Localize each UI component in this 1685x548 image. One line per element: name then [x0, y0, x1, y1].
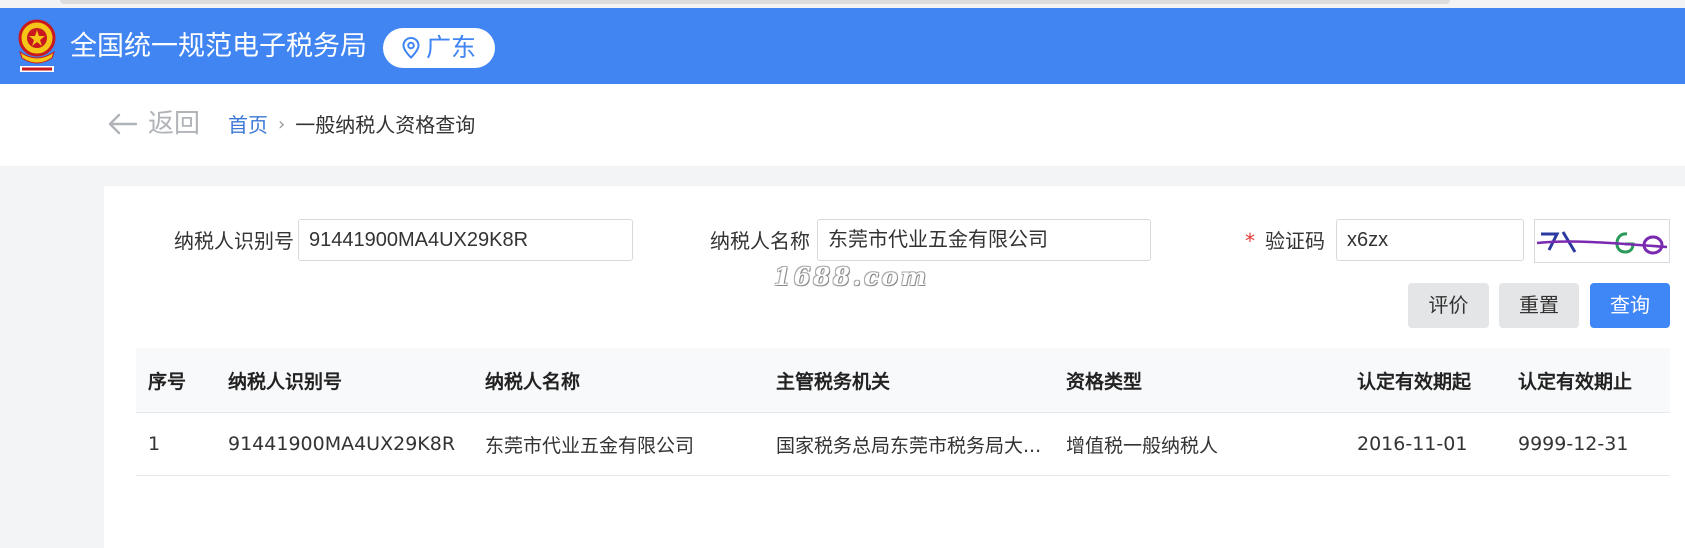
column-header-valid-from: 认定有效期起	[1357, 370, 1472, 393]
column-header-taxpayer-id: 纳税人识别号	[228, 370, 343, 393]
region-selector[interactable]: 广东	[383, 28, 495, 68]
cell-taxpayer-id: 91441900MA4UX29K8R	[228, 433, 456, 455]
taxpayer-name-input[interactable]: 东莞市代业五金有限公司	[817, 219, 1151, 261]
table-row: 1 91441900MA4UX29K8R 东莞市代业五金有限公司 国家税务总局东…	[136, 413, 1670, 476]
back-label: 返回	[148, 109, 201, 139]
captcha-glyphs-icon	[1536, 231, 1668, 255]
cell-index: 1	[148, 433, 161, 455]
taxpayer-id-input[interactable]: 91441900MA4UX29K8R	[298, 219, 633, 261]
cell-valid-from: 2016-11-01	[1357, 433, 1468, 455]
cell-tax-authority: 国家税务总局东莞市税务局大...	[776, 434, 1042, 457]
cell-qualification-type: 增值税一般纳税人	[1066, 434, 1219, 457]
taxpayer-id-label: 纳税人识别号	[174, 229, 294, 253]
tax-emblem-icon[interactable]	[14, 18, 60, 76]
browser-top-strip	[0, 0, 1685, 8]
cell-valid-to: 9999-12-31	[1518, 433, 1629, 455]
watermark: 1688.com	[774, 262, 930, 291]
region-label: 广东	[425, 33, 476, 62]
map-pin-icon	[402, 37, 420, 59]
column-header-tax-authority: 主管税务机关	[776, 370, 891, 393]
cell-taxpayer-name: 东莞市代业五金有限公司	[485, 434, 695, 457]
query-button[interactable]: 查询	[1590, 283, 1670, 328]
breadcrumb-separator: ›	[278, 114, 286, 135]
breadcrumb-home-link[interactable]: 首页	[228, 112, 268, 138]
site-header: 全国统一规范电子税务局 广东	[0, 8, 1685, 84]
column-header-index: 序号	[148, 370, 187, 393]
breadcrumb: 首页 › 一般纳税人资格查询	[228, 112, 475, 138]
captcha-image[interactable]	[1534, 219, 1670, 263]
back-button[interactable]: 返回	[108, 108, 200, 140]
browser-address-bar-edge	[60, 0, 1450, 4]
breadcrumb-current: 一般纳税人资格查询	[295, 113, 476, 137]
column-header-qualification-type: 资格类型	[1066, 370, 1143, 393]
column-header-taxpayer-name: 纳税人名称	[485, 370, 581, 393]
captcha-label-group: * 验证码	[1245, 228, 1325, 254]
column-header-valid-to: 认定有效期止	[1518, 370, 1633, 393]
navigation-bar: 返回 首页 › 一般纳税人资格查询	[0, 84, 1685, 166]
results-table-header: 序号 纳税人识别号 纳税人名称 主管税务机关 资格类型 认定有效期起 认定有效期…	[136, 348, 1670, 413]
captcha-input[interactable]: x6zx	[1336, 219, 1524, 261]
captcha-label: 验证码	[1265, 229, 1325, 253]
arrow-left-icon	[108, 113, 138, 135]
reset-button[interactable]: 重置	[1499, 283, 1579, 328]
taxpayer-name-label: 纳税人名称	[710, 229, 810, 253]
required-asterisk: *	[1245, 229, 1255, 253]
evaluate-button[interactable]: 评价	[1408, 283, 1489, 328]
site-title: 全国统一规范电子税务局	[70, 31, 367, 62]
